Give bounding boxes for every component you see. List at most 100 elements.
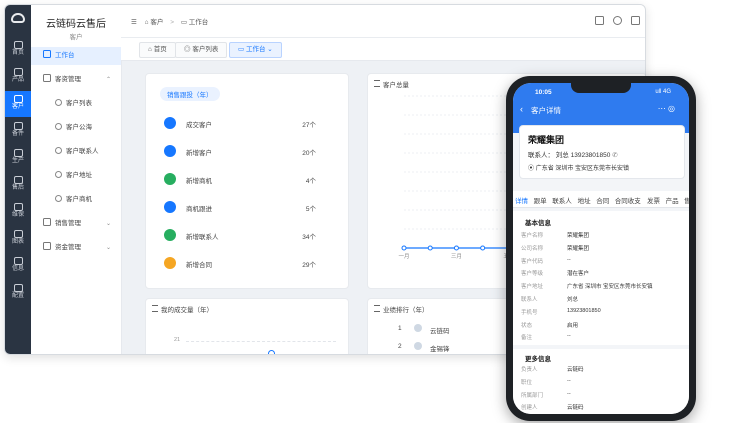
basic-info-section: 基本信息 客户名称 荣耀集团 公司名称 荣耀集团 客户代码 -- 客户等级 潜在客户 客户地址广…: [513, 211, 689, 345]
rail-item-5[interactable]: 售后: [5, 172, 31, 198]
tab-2[interactable]: ▭ 工作台 ⌄: [229, 42, 282, 58]
back-arrow-icon[interactable]: ‹: [520, 104, 523, 114]
tab-1[interactable]: ◎ 客户列表: [175, 42, 228, 58]
info-key: 客户地址: [521, 284, 544, 291]
breadcrumb-customer[interactable]: 客户: [150, 19, 163, 26]
fullscreen-icon[interactable]: [631, 16, 640, 25]
bullet-icon: [55, 171, 62, 178]
rail-item-7[interactable]: 图表: [5, 226, 31, 252]
phone-notch: [571, 83, 631, 93]
stat-row: 新增客户 20个: [164, 142, 316, 162]
rail-label: 配置: [11, 293, 24, 299]
sidebar-item-5[interactable]: 客户地址: [31, 167, 121, 185]
phone-tabs: 详情 跟单 联系人 地址 合同 合同收支 发票 产品售: [513, 191, 689, 208]
info-value: 刘总: [567, 297, 579, 303]
tab-icon: ▭: [238, 46, 245, 53]
deals-y-tick: 21: [174, 337, 181, 343]
more-icon[interactable]: ⋯ ◎: [658, 104, 675, 113]
stat-name: 新增商机: [186, 178, 212, 185]
phone-tab-8[interactable]: 售: [684, 195, 689, 205]
info-key: 客户名称: [521, 233, 544, 239]
phone-tab-6[interactable]: 发票: [647, 195, 660, 205]
chevron-icon: ⌃: [105, 77, 111, 83]
phone-tab-3[interactable]: 地址: [578, 195, 591, 205]
rail-item-6[interactable]: 维保: [5, 199, 31, 225]
info-row: 所属部门 --: [521, 391, 681, 402]
phone-tab-1[interactable]: 跟单: [534, 195, 547, 205]
info-row: 联系人 刘总: [521, 295, 681, 306]
phone-call-icon[interactable]: ✆: [612, 152, 617, 159]
menu-toggle-icon[interactable]: ☰: [131, 19, 137, 26]
funnel-period-pill[interactable]: 销售跟投（年）: [160, 87, 220, 101]
basic-info-title: 基本信息: [525, 220, 551, 227]
data-point: [453, 245, 459, 251]
sidebar-item-8[interactable]: 资金管理 ⌄: [31, 239, 121, 257]
rail-label: 图表: [11, 239, 24, 245]
rail-label: 售后: [11, 185, 24, 191]
stat-row: 新增合同 29个: [164, 254, 316, 274]
avatar: [414, 342, 422, 350]
phone-tab-5[interactable]: 合同收支: [615, 195, 641, 205]
sidebar: 云链码云售后 客户 工作台 客资管理 ⌃ 客户列表 客户公海 客户联系人 客户地址 客户商机销…: [31, 5, 122, 354]
module-icon: [13, 257, 23, 265]
data-point: [480, 245, 486, 251]
phone-tab-4[interactable]: 合同: [596, 195, 609, 205]
stat-name: 成交客户: [186, 122, 212, 129]
sidebar-item-6[interactable]: 客户商机: [31, 191, 121, 209]
phone-tab-2[interactable]: 联系人: [552, 195, 572, 205]
stat-row: 商机跟进 5个: [164, 198, 316, 218]
bell-icon[interactable]: [613, 16, 622, 25]
rank-number: 1: [398, 325, 402, 332]
cloud-logo-icon: [11, 13, 25, 23]
info-row: 客户地址 广东省 深圳市 宝安区东莞市长安镇: [521, 282, 681, 293]
menu-icon: [43, 242, 51, 250]
rank-name: 云链码: [430, 328, 450, 335]
info-key: 备注: [521, 335, 533, 342]
rail-item-0[interactable]: 首页: [5, 37, 31, 63]
info-value: --: [567, 333, 571, 340]
page-tabs: ⌂ 首页 ◎ 客户列表 ▭ 工作台 ⌄: [121, 38, 645, 61]
contact-text: 联系人： 刘总 13923801850: [528, 152, 611, 159]
sidebar-item-3[interactable]: 客户公海: [31, 119, 121, 137]
stat-count: 4个: [305, 178, 316, 185]
sidebar-item-0[interactable]: 工作台: [31, 47, 121, 65]
rail-item-1[interactable]: 产品: [5, 64, 31, 90]
bullet-icon: [55, 147, 62, 154]
sidebar-item-label: 客户地址: [66, 172, 92, 179]
info-key: 客户等级: [521, 271, 544, 278]
deals-title-text: 我的成交量（年）: [161, 307, 213, 314]
module-icon: [13, 41, 23, 49]
info-row: 职位 --: [521, 378, 681, 389]
tab-0[interactable]: ⌂ 首页: [139, 42, 176, 58]
info-row: 状态 启用: [521, 321, 681, 332]
phone-tab-0[interactable]: 详情: [515, 195, 528, 205]
info-value: 13923801850: [567, 307, 601, 314]
chevron-icon: ⌄: [105, 221, 111, 227]
address-line: ⦿ 广东省 深圳市 宝安区东莞市长安镇: [528, 163, 629, 172]
module-icon: [13, 122, 23, 130]
bullet-icon: [55, 195, 62, 202]
module-icon: [13, 68, 23, 76]
menu-icon: [43, 74, 51, 82]
sidebar-item-4[interactable]: 客户联系人: [31, 143, 121, 161]
sidebar-item-label: 销售管理: [55, 220, 81, 227]
phone-tab-7[interactable]: 产品: [666, 195, 679, 205]
stat-user-icon: [164, 117, 176, 129]
rail-item-8[interactable]: 信息: [5, 253, 31, 279]
info-key: 客户代码: [521, 258, 544, 265]
chevron-down-icon: ⌄: [267, 46, 273, 53]
phone-status: ull 4G: [655, 89, 671, 95]
rail-item-4[interactable]: 生产: [5, 145, 31, 171]
more-info-title: 更多信息: [525, 356, 551, 363]
sidebar-item-7[interactable]: 销售管理 ⌄: [31, 215, 121, 233]
book-icon[interactable]: [595, 16, 604, 25]
info-value: 荣耀集团: [567, 233, 590, 239]
sidebar-item-2[interactable]: 客户列表: [31, 95, 121, 113]
sidebar-item-1[interactable]: 客资管理 ⌃: [31, 71, 121, 89]
rail-item-2[interactable]: 客户: [5, 91, 31, 117]
rail-item-9[interactable]: 配置: [5, 280, 31, 306]
info-value: 潜在客户: [567, 271, 590, 278]
info-value: --: [567, 390, 571, 397]
rail-item-3[interactable]: 备件: [5, 118, 31, 144]
stat-count: 34个: [302, 234, 316, 241]
